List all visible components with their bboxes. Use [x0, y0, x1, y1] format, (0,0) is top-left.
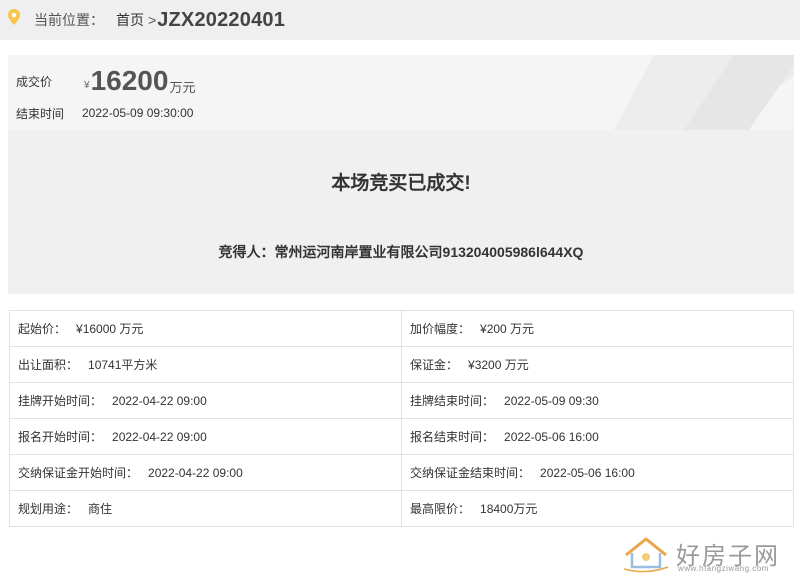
- detail-label: 交纳保证金结束时间：: [410, 466, 531, 480]
- detail-cell: 出让面积： 10741平方米: [9, 346, 402, 383]
- deal-price-label: 成交价: [16, 74, 53, 89]
- detail-value: 2022-04-22 09:00: [112, 394, 207, 408]
- detail-label: 加价幅度：: [410, 322, 471, 336]
- detail-value: ¥200 万元: [480, 322, 535, 336]
- breadcrumb-home-link[interactable]: 首页: [116, 10, 144, 30]
- breadcrumb-label: 当前位置：: [34, 12, 104, 28]
- deal-price-row: 成交价 ¥ 16200 万元: [16, 63, 195, 99]
- detail-value: 商住: [88, 502, 113, 516]
- details-table: 起始价： ¥16000 万元 加价幅度： ¥200 万元 出让面积： 10741平方米…: [9, 310, 794, 527]
- detail-cell: 报名结束时间： 2022-05-06 16:00: [401, 418, 794, 455]
- detail-cell: 交纳保证金结束时间： 2022-05-06 16:00: [401, 454, 794, 491]
- deal-price-unit: 万元: [169, 79, 196, 95]
- watermark: 好房子网 www.hfangziwang.com: [620, 533, 790, 577]
- detail-label: 最高限价：: [410, 502, 471, 516]
- table-row: 报名开始时间： 2022-04-22 09:00 报名结束时间： 2022-05-0…: [9, 418, 794, 455]
- detail-cell: 挂牌开始时间： 2022-04-22 09:00: [9, 382, 402, 419]
- location-pin-icon: [8, 9, 20, 25]
- detail-value: ¥3200 万元: [468, 358, 529, 372]
- deal-price-value: 16200: [90, 65, 169, 96]
- winner-text: 竞得人：常州运河南岸置业有限公司913204005986l644XQ: [218, 244, 584, 260]
- detail-label: 出让面积：: [18, 358, 79, 372]
- panel-decoration: [614, 55, 794, 130]
- detail-value: 2022-05-09 09:30: [504, 394, 599, 408]
- detail-label: 保证金：: [410, 358, 459, 372]
- detail-cell: 加价幅度： ¥200 万元: [401, 310, 794, 347]
- table-row: 出让面积： 10741平方米 保证金： ¥3200 万元: [9, 346, 794, 383]
- detail-label: 报名开始时间：: [18, 430, 103, 444]
- detail-label: 挂牌开始时间：: [18, 394, 103, 408]
- detail-label: 报名结束时间：: [410, 430, 495, 444]
- detail-cell: 交纳保证金开始时间： 2022-04-22 09:00: [9, 454, 402, 491]
- detail-label: 交纳保证金开始时间：: [18, 466, 139, 480]
- detail-value: ¥16000 万元: [76, 322, 144, 336]
- end-time-row: 结束时间 2022-05-09 09:30:00: [16, 104, 193, 122]
- table-row: 规划用途： 商住 最高限价： 18400万元: [9, 490, 794, 527]
- breadcrumb-bar: 当前位置： 首页 > JZX20220401: [0, 0, 800, 40]
- detail-label: 挂牌结束时间：: [410, 394, 495, 408]
- detail-cell: 最高限价： 18400万元: [401, 490, 794, 527]
- end-time-value: 2022-05-09 09:30:00: [82, 106, 194, 120]
- detail-cell: 保证金： ¥3200 万元: [401, 346, 794, 383]
- result-panel: 本场竞买已成交! 竞得人：常州运河南岸置业有限公司913204005986l64…: [8, 130, 794, 294]
- currency-symbol: ¥: [84, 79, 90, 91]
- detail-value: 10741平方米: [88, 358, 158, 372]
- watermark-url: www.hfangziwang.com: [678, 564, 769, 573]
- table-row: 起始价： ¥16000 万元 加价幅度： ¥200 万元: [9, 310, 794, 347]
- price-panel: 成交价 ¥ 16200 万元 结束时间 2022-05-09 09:30:00: [8, 55, 794, 130]
- breadcrumb: 当前位置： 首页 > JZX20220401: [34, 0, 285, 40]
- detail-cell: 挂牌结束时间： 2022-05-09 09:30: [401, 382, 794, 419]
- end-time-label: 结束时间: [16, 106, 65, 121]
- detail-value: 2022-05-06 16:00: [504, 430, 599, 444]
- breadcrumb-current: JZX20220401: [157, 8, 286, 31]
- detail-value: 2022-04-22 09:00: [148, 466, 243, 480]
- breadcrumb-separator: >: [148, 12, 157, 28]
- table-row: 交纳保证金开始时间： 2022-04-22 09:00 交纳保证金结束时间： 202…: [9, 454, 794, 491]
- detail-cell: 规划用途： 商住: [9, 490, 402, 527]
- detail-label: 规划用途：: [18, 502, 79, 516]
- detail-label: 起始价：: [18, 322, 67, 336]
- detail-cell: 报名开始时间： 2022-04-22 09:00: [9, 418, 402, 455]
- house-logo-icon: [623, 537, 669, 573]
- detail-cell: 起始价： ¥16000 万元: [9, 310, 402, 347]
- table-row: 挂牌开始时间： 2022-04-22 09:00 挂牌结束时间： 2022-05-0…: [9, 382, 794, 419]
- detail-value: 2022-05-06 16:00: [540, 466, 635, 480]
- detail-value: 18400万元: [480, 502, 538, 516]
- result-title: 本场竞买已成交!: [331, 173, 471, 194]
- detail-value: 2022-04-22 09:00: [112, 430, 207, 444]
